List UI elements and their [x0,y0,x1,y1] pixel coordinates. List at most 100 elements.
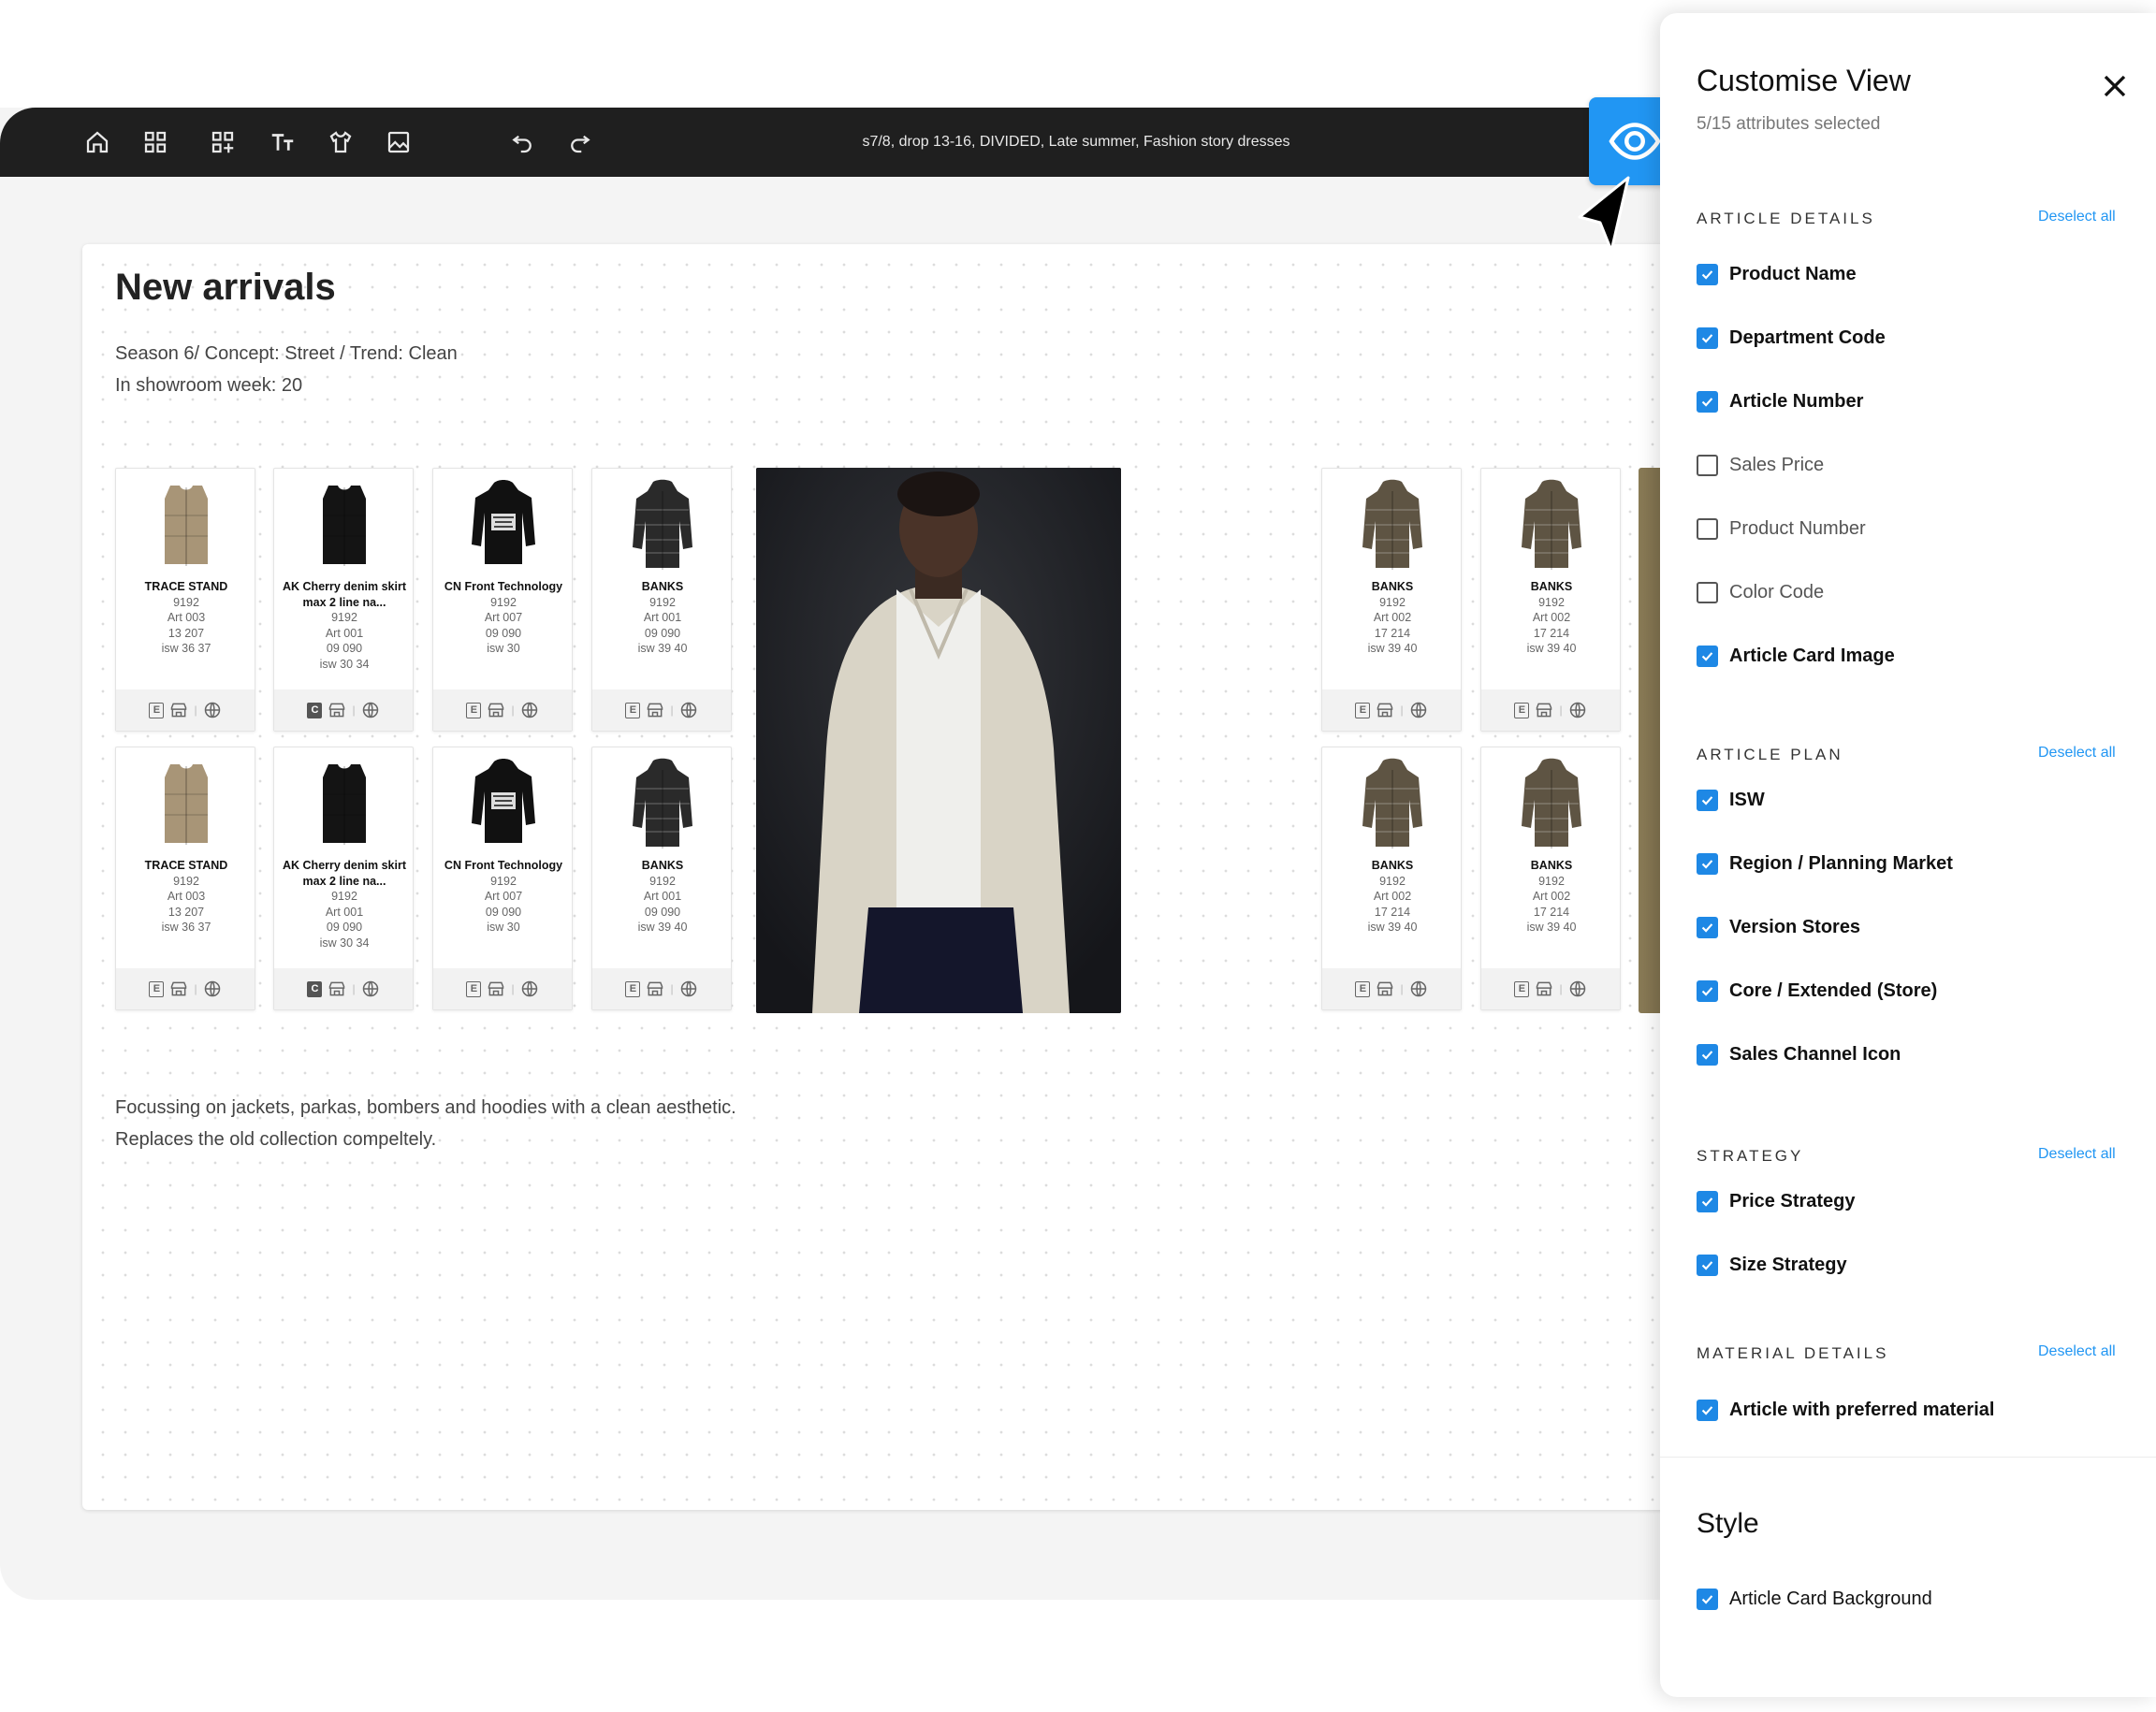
deselect-all-article-details[interactable]: Deselect all [2038,209,2116,225]
mouse-cursor [1578,176,1630,253]
checkbox[interactable] [1697,1400,1718,1421]
article-card[interactable]: BANKS 9192 Art 001 09 090 isw 39 40 E | [591,747,732,1010]
close-icon[interactable] [2096,67,2134,105]
option-size-strategy[interactable]: Size Strategy [1697,1255,1847,1276]
card-footer: E | [433,968,572,1009]
board-subtitle[interactable]: Season 6/ Concept: Street / Trend: Clean… [115,338,458,401]
option-label: Version Stores [1729,917,1861,937]
article-card[interactable]: CN Front Technology 9192 Art 007 09 090 … [432,747,573,1010]
option-article-with-preferred-material[interactable]: Article with preferred material [1697,1400,1994,1421]
article-image [592,747,733,860]
globe-icon [520,701,539,719]
globe-icon [1409,979,1428,998]
article-card[interactable]: BANKS 9192 Art 002 17 214 isw 39 40 E | [1321,468,1462,732]
checkbox[interactable] [1697,917,1718,938]
article-card[interactable]: TRACE STAND 9192 Art 003 13 207 isw 36 3… [115,747,255,1010]
checkbox[interactable] [1697,391,1718,413]
option-label: Article Number [1729,391,1864,412]
article-info: AK Cherry denim skirt max 2 line na... 9… [274,858,415,950]
department-code: 9192 [331,611,357,624]
description-line-2: Replaces the old collection compeltely. [115,1129,437,1150]
article-card[interactable]: TRACE STAND 9192 Art 003 13 207 isw 36 3… [115,468,255,732]
option-label: Region / Planning Market [1729,853,1953,874]
article-number: Art 002 [1532,611,1571,624]
checkbox[interactable] [1697,327,1718,349]
option-price-strategy[interactable]: Price Strategy [1697,1191,1856,1212]
option-department-code[interactable]: Department Code [1697,327,1886,349]
department-code: 9192 [1538,874,1565,888]
card-footer: E | [433,689,572,731]
color-code: 09 090 [644,626,681,640]
checkbox[interactable] [1697,646,1718,667]
option-color-code[interactable]: Color Code [1697,582,1824,603]
article-card[interactable]: AK Cherry denim skirt max 2 line na... 9… [273,468,414,732]
checkbox[interactable] [1697,1255,1718,1276]
deselect-all-material-details[interactable]: Deselect all [2038,1343,2116,1360]
article-card[interactable]: BANKS 9192 Art 001 09 090 isw 39 40 E | [591,468,732,732]
home-icon[interactable] [69,108,125,177]
department-code: 9192 [490,595,517,609]
board-title[interactable]: New arrivals [115,267,336,309]
option-article-card-background[interactable]: Article Card Background [1697,1589,1932,1610]
option-article-card-image[interactable]: Article Card Image [1697,646,1895,667]
option-article-number[interactable]: Article Number [1697,391,1863,413]
checkbox[interactable] [1697,455,1718,476]
redo-icon[interactable] [552,108,608,177]
option-label: ISW [1729,790,1765,810]
card-footer: C | [274,689,413,731]
article-name: BANKS [1371,580,1414,593]
checkbox[interactable] [1697,853,1718,875]
core-extended-badge: E [149,702,165,718]
option-sales-price[interactable]: Sales Price [1697,455,1824,476]
article-card[interactable]: BANKS 9192 Art 002 17 214 isw 39 40 E | [1480,747,1621,1010]
option-sales-channel-icon[interactable]: Sales Channel Icon [1697,1044,1901,1066]
option-core-extended-store[interactable]: Core / Extended (Store) [1697,980,1937,1002]
image-icon[interactable] [371,108,427,177]
checkbox[interactable] [1697,1191,1718,1212]
option-isw[interactable]: ISW [1697,790,1765,811]
option-product-number[interactable]: Product Number [1697,518,1866,540]
article-card[interactable]: AK Cherry denim skirt max 2 line na... 9… [273,747,414,1010]
grid-add-icon[interactable] [195,108,251,177]
isw-weeks: isw 39 40 [1526,921,1577,934]
article-name: BANKS [1371,859,1414,872]
checkbox[interactable] [1697,264,1718,285]
option-version-stores[interactable]: Version Stores [1697,917,1860,938]
style-heading: Style [1697,1508,1759,1539]
article-card[interactable]: BANKS 9192 Art 002 17 214 isw 39 40 E | [1480,468,1621,732]
article-card[interactable]: CN Front Technology 9192 Art 007 09 090 … [432,468,573,732]
checkbox[interactable] [1697,1589,1718,1610]
option-region-planning-market[interactable]: Region / Planning Market [1697,853,1953,875]
text-size-icon[interactable] [255,108,311,177]
color-code: 09 090 [326,921,363,934]
article-image [1322,469,1463,581]
checkbox[interactable] [1697,980,1718,1002]
core-extended-badge: C [307,702,323,718]
checkbox[interactable] [1697,1044,1718,1066]
article-card[interactable]: BANKS 9192 Art 002 17 214 isw 39 40 E | [1321,747,1462,1010]
eye-icon [1609,123,1661,160]
article-name: CN Front Technology [444,859,563,872]
core-extended-badge: E [1514,980,1530,997]
option-label: Size Strategy [1729,1255,1847,1275]
grid-icon[interactable] [127,108,183,177]
checkbox[interactable] [1697,518,1718,540]
garment-icon[interactable] [313,108,369,177]
store-icon [646,701,664,719]
card-footer: E | [1322,968,1461,1009]
article-info: CN Front Technology 9192 Art 007 09 090 … [433,858,574,936]
article-number: Art 001 [643,611,682,624]
model-photo[interactable] [756,468,1121,1013]
deselect-all-article-plan[interactable]: Deselect all [2038,745,2116,762]
department-code: 9192 [173,874,199,888]
undo-icon[interactable] [494,108,550,177]
department-code: 9192 [649,595,676,609]
checkbox[interactable] [1697,790,1718,811]
option-product-name[interactable]: Product Name [1697,264,1857,285]
article-name: AK Cherry denim skirt max 2 line na... [283,580,406,609]
checkbox[interactable] [1697,582,1718,603]
deselect-all-strategy[interactable]: Deselect all [2038,1146,2116,1163]
board-description[interactable]: Focussing on jackets, parkas, bombers an… [115,1092,736,1155]
card-footer: E | [116,968,255,1009]
article-name: TRACE STAND [144,859,228,872]
